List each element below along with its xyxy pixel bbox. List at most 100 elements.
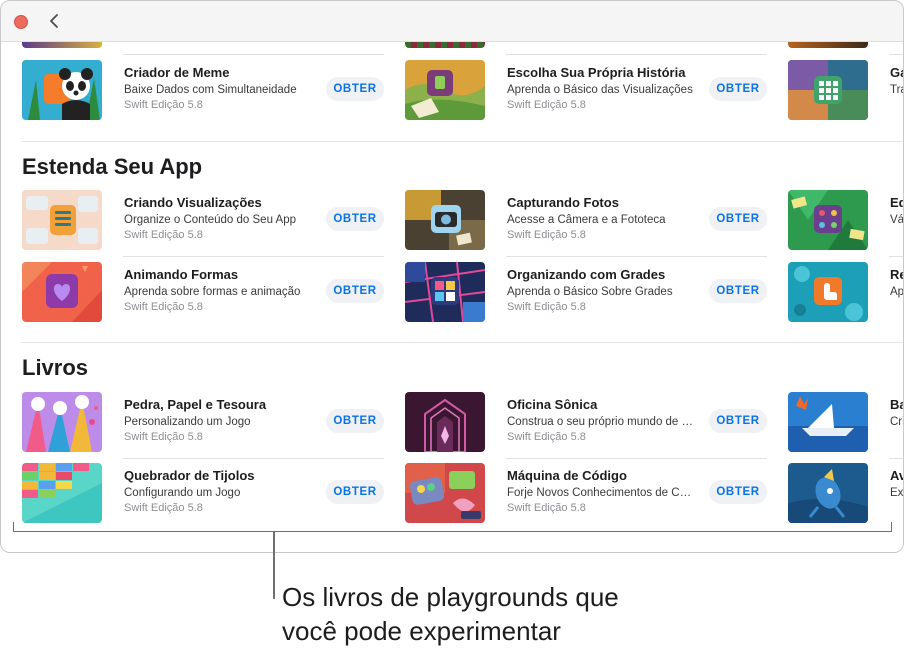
app-thumbnail <box>405 42 485 48</box>
item-subtitle: Aprenda o Básico Sobre Grades <box>507 286 673 298</box>
item-info: Criando Visualizações Organize o Conteúd… <box>124 195 314 243</box>
back-button[interactable] <box>45 10 65 32</box>
item-info: Organizando com Grades Aprenda o Básico … <box>507 267 697 315</box>
item-subtitle: Aprenda sobre formas e animação <box>124 286 301 298</box>
item-title: Av <box>890 468 903 483</box>
grid-app-thumbnail <box>788 60 868 120</box>
item-info: Oficina Sônica Construa o seu próprio mu… <box>507 397 697 445</box>
callout-text: Os livros de playgrounds que você pode e… <box>282 580 619 648</box>
list-item-partial[interactable]: Av Exp <box>788 463 903 523</box>
item-title: Pedra, Papel e Tesoura <box>124 397 267 412</box>
item-edition: Swift Edição 5.8 <box>507 431 586 443</box>
item-title: Ga <box>890 65 903 80</box>
get-button[interactable]: OBTER <box>326 279 384 303</box>
item-title: Máquina de Código <box>507 468 627 483</box>
item-title: Capturando Fotos <box>507 195 619 210</box>
item-edition: Swift Edição 5.8 <box>507 301 586 313</box>
item-edition: Swift Edição 5.8 <box>507 502 586 514</box>
item-title: Ba <box>890 397 903 412</box>
list-item[interactable]: Organizando com Grades Aprenda o Básico … <box>405 262 767 322</box>
chevron-left-icon <box>50 14 58 28</box>
item-info: Ga Tra <box>890 65 903 98</box>
item-subtitle: Configurando um Jogo <box>124 487 241 499</box>
item-subtitle: Forje Novos Conhecimentos de Código <box>507 487 697 499</box>
app-window: Criador de Meme Baixe Dados com Simultan… <box>0 0 904 553</box>
item-edition: Swift Edição 5.8 <box>507 99 586 111</box>
row-divider <box>123 458 384 459</box>
animating-shapes-thumbnail <box>22 262 102 322</box>
list-item[interactable]: Capturando Fotos Acesse a Câmera e a Fot… <box>405 190 767 250</box>
item-info: Máquina de Código Forje Novos Conhecimen… <box>507 468 697 516</box>
section-divider <box>21 141 903 142</box>
item-edition: Swift Edição 5.8 <box>124 99 203 111</box>
creating-views-thumbnail <box>22 190 102 250</box>
app-thumbnail <box>788 42 868 48</box>
row-divider <box>506 458 767 459</box>
item-edition: Swift Edição 5.8 <box>124 431 203 443</box>
section-divider <box>21 342 903 343</box>
list-item-partial[interactable]: Ga Tra <box>788 60 903 120</box>
row-divider <box>889 458 903 459</box>
item-subtitle: Ap <box>890 286 903 298</box>
get-button[interactable]: OBTER <box>709 207 767 231</box>
list-item-partial[interactable]: Ba Cri <box>788 392 903 452</box>
list-item[interactable]: Escolha Sua Própria História Aprenda o B… <box>405 60 767 120</box>
item-subtitle: Aprenda o Básico das Visualizações <box>507 84 693 96</box>
item-info: Ed Vá <box>890 195 903 228</box>
close-window-button[interactable] <box>14 15 28 29</box>
rock-paper-scissors-thumbnail <box>22 392 102 452</box>
item-subtitle: Vá <box>890 214 903 226</box>
list-item[interactable]: Oficina Sônica Construa o seu próprio mu… <box>405 392 767 452</box>
item-info: Quebrador de Tijolos Configurando um Jog… <box>124 468 314 516</box>
item-info: Pedra, Papel e Tesoura Personalizando um… <box>124 397 314 445</box>
editing-thumbnail <box>788 190 868 250</box>
list-item-partial[interactable]: Re Ap <box>788 262 903 322</box>
section-title-extend: Estenda Seu App <box>22 154 203 179</box>
list-item[interactable]: Quebrador de Tijolos Configurando um Jog… <box>22 463 384 523</box>
row-divider <box>506 256 767 257</box>
title-bar <box>1 1 903 42</box>
get-button[interactable]: OBTER <box>326 207 384 231</box>
item-subtitle: Acesse a Câmera e a Fototeca <box>507 214 666 226</box>
get-button[interactable]: OBTER <box>326 480 384 504</box>
get-button[interactable]: OBTER <box>326 77 384 101</box>
item-subtitle: Construa o seu próprio mundo de sons <box>507 416 697 428</box>
list-item[interactable]: Máquina de Código Forje Novos Conhecimen… <box>405 463 767 523</box>
app-thumbnail <box>22 42 102 48</box>
get-button[interactable]: OBTER <box>709 409 767 433</box>
list-item[interactable]: Criador de Meme Baixe Dados com Simultan… <box>22 60 384 120</box>
item-info: Escolha Sua Própria História Aprenda o B… <box>507 65 697 113</box>
callout-line-1: Os livros de playgrounds que <box>282 582 619 612</box>
get-button[interactable]: OBTER <box>709 77 767 101</box>
item-title: Criador de Meme <box>124 65 230 80</box>
get-button[interactable]: OBTER <box>326 409 384 433</box>
list-item[interactable]: Criando Visualizações Organize o Conteúd… <box>22 190 384 250</box>
item-info: Re Ap <box>890 267 903 300</box>
choose-story-thumbnail <box>405 60 485 120</box>
item-edition: Swift Edição 5.8 <box>124 229 203 241</box>
get-button[interactable]: OBTER <box>709 279 767 303</box>
item-info: Av Exp <box>890 468 903 501</box>
adventure-thumbnail <box>788 463 868 523</box>
get-button[interactable]: OBTER <box>709 480 767 504</box>
item-edition: Swift Edição 5.8 <box>124 301 203 313</box>
row-divider <box>889 54 903 55</box>
callout-bracket <box>13 522 892 532</box>
row-divider <box>123 54 384 55</box>
item-subtitle: Tra <box>890 84 903 96</box>
item-title: Ed <box>890 195 903 210</box>
item-title: Organizando com Grades <box>507 267 666 282</box>
brick-breaker-thumbnail <box>22 463 102 523</box>
item-title: Oficina Sônica <box>507 397 598 412</box>
callout-pointer-line <box>273 531 275 599</box>
list-item[interactable]: Animando Formas Aprenda sobre formas e a… <box>22 262 384 322</box>
item-subtitle: Baixe Dados com Simultaneidade <box>124 84 297 96</box>
item-info: Capturando Fotos Acesse a Câmera e a Fot… <box>507 195 697 243</box>
paper-boat-thumbnail <box>788 392 868 452</box>
list-item-partial[interactable]: Ed Vá <box>788 190 903 250</box>
item-edition: Swift Edição 5.8 <box>507 229 586 241</box>
gestures-thumbnail <box>788 262 868 322</box>
item-subtitle: Organize o Conteúdo do Seu App <box>124 214 296 226</box>
row-divider <box>506 54 767 55</box>
list-item[interactable]: Pedra, Papel e Tesoura Personalizando um… <box>22 392 384 452</box>
